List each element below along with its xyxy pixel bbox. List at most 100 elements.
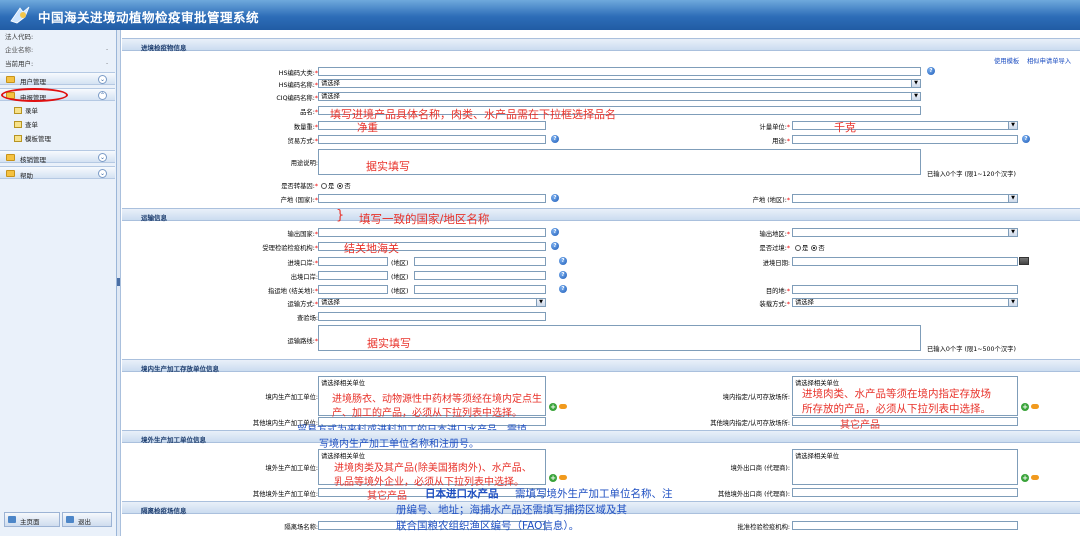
user-label: 当前用户: [5,60,34,68]
entry-date-input[interactable] [792,257,1018,266]
label-text: 目的地: [765,288,787,295]
chevron-down-icon[interactable]: ▼ [1008,122,1017,129]
transport-mode-select[interactable]: 请选择 ▼ [318,298,546,307]
other-designated-store-input[interactable] [792,417,1018,426]
exit-button-label: 退出 [78,518,91,526]
chevron-down-icon[interactable]: ▼ [911,80,920,87]
chevron-up-icon[interactable]: ⌃ [98,91,107,100]
destination-port-input[interactable] [318,285,388,294]
sidebar-item-record[interactable]: 录单 [14,105,38,115]
other-foreign-exporter-input[interactable] [792,488,1018,497]
destination-label: 目的地:* [765,288,790,295]
collapse-handle[interactable] [117,278,120,286]
add-icon[interactable]: + [549,474,557,482]
hs-name-select[interactable]: 请选择 ▼ [318,79,921,88]
export-region-select[interactable]: ▼ [792,228,1018,237]
inspection-site-input[interactable] [318,312,546,321]
help-icon[interactable]: ? [559,271,567,279]
transport-mode-label: 运输方式:* [287,301,318,308]
packing-mode-select[interactable]: 请选择 ▼ [792,298,1018,307]
export-country-input[interactable] [318,228,546,237]
unit-label: 计量单位:* [759,124,790,131]
sidebar-item-label: 模板管理 [25,135,51,143]
chevron-down-icon[interactable]: ▼ [911,93,920,100]
exit-icon [66,516,74,523]
section-product: 进境检疫物信息 [122,38,1080,52]
sidebar-item-search[interactable]: 查单 [14,119,38,129]
remove-icon[interactable] [559,475,567,480]
annotation: 据实填写 [366,160,410,173]
label-text: 境外生产加工单位: [265,465,319,472]
foreign-exporter-list[interactable]: 请选择相关单位 [792,449,1018,485]
annotation: 册编号、地址；海捕水产品还需填写捕捞区域及其 [396,504,627,516]
chevron-down-icon[interactable]: ▼ [1008,229,1017,236]
label-text: 进境口岸: [287,260,315,267]
entry-port-input[interactable] [318,257,388,266]
sidebar-splitter[interactable] [117,30,121,536]
help-icon[interactable]: ? [559,285,567,293]
sidebar: 法人代码: 企业名称: . 当前用户: . 用户管理 ⌄ 申报管理 ⌃ 录单 查… [0,30,117,536]
transit-yes-radio[interactable] [795,245,801,251]
select-value: 请选择 [321,80,340,87]
transgenic-no-radio[interactable] [337,183,344,189]
exit-port-region-input[interactable] [414,271,546,280]
remove-icon[interactable] [1031,475,1039,480]
chevron-down-icon[interactable]: ▼ [1008,195,1017,202]
hs-category-input[interactable] [318,67,921,76]
calendar-icon[interactable] [1019,257,1029,265]
remove-icon[interactable] [559,404,567,409]
use-template-link[interactable]: 使用模板 [994,56,1019,65]
chevron-down-icon[interactable]: ⌄ [98,75,107,84]
help-icon[interactable]: ? [551,228,559,236]
exit-port-input[interactable] [318,271,388,280]
chevron-down-icon[interactable]: ⌄ [98,153,107,162]
add-icon[interactable]: + [549,403,557,411]
edit-icon [14,135,22,142]
destination-port-region-input[interactable] [414,285,546,294]
app-title: 中国海关进境动植物检疫审批管理系统 [38,10,260,25]
sidebar-item-label: 查单 [25,121,38,129]
help-icon[interactable]: ? [551,242,559,250]
remove-icon[interactable] [1031,404,1039,409]
sidebar-group-user[interactable]: 用户管理 ⌄ [0,72,115,86]
origin-country-label: 产地 (国家):* [280,197,318,204]
exit-button[interactable]: 退出 [62,512,112,527]
label-text: 产地 (地区): [752,197,787,204]
destination-input[interactable] [792,285,1018,294]
entry-port-region-input[interactable] [414,257,546,266]
transgenic-yes-radio[interactable] [321,183,327,189]
similar-import-link[interactable]: 相似申请单导入 [1027,56,1071,65]
packing-mode-label: 装载方式:* [759,301,790,308]
home-button[interactable]: 主页面 [4,512,60,527]
hs-name-label: HS编码名称:* [278,82,318,89]
chevron-down-icon[interactable]: ⌄ [98,169,107,178]
help-icon[interactable]: ? [559,257,567,265]
char-count-hint: 已输入0个字 (限1~500个汉字) [927,346,1016,353]
sidebar-item-template[interactable]: 模板管理 [14,133,51,143]
origin-country-input[interactable] [318,194,546,203]
annotation: 需填写境外生产加工单位名称、注 [515,488,673,500]
ciq-name-select[interactable]: 请选择 ▼ [318,92,921,101]
usage-input[interactable] [792,135,1018,144]
approval-org-input[interactable] [792,521,1018,530]
chevron-down-icon[interactable]: ▼ [1008,299,1017,306]
annotation-bracket: } [336,208,345,223]
add-icon[interactable]: + [1021,474,1029,482]
annotation: 进境肉类、水产品等须在境内指定存放场 [802,388,991,400]
quantity-input[interactable] [318,121,546,130]
chevron-down-icon[interactable]: ▼ [536,299,545,306]
origin-region-select[interactable]: ▼ [792,194,1018,203]
help-icon[interactable]: ? [1022,135,1030,143]
help-icon[interactable]: ? [551,135,559,143]
help-icon[interactable]: ? [927,67,935,75]
sidebar-group-writeoff[interactable]: 核销管理 ⌄ [0,150,115,164]
trade-mode-input[interactable] [318,135,546,144]
help-icon[interactable]: ? [551,194,559,202]
sidebar-item-label: 录单 [25,107,38,115]
sidebar-group-help[interactable]: 帮助 ⌄ [0,166,115,180]
transit-no-radio[interactable] [811,245,818,251]
add-icon[interactable]: + [1021,403,1029,411]
user-value: . [106,58,109,66]
unit-select[interactable]: ▼ [792,121,1018,130]
label-text: 数量重: [293,124,315,131]
